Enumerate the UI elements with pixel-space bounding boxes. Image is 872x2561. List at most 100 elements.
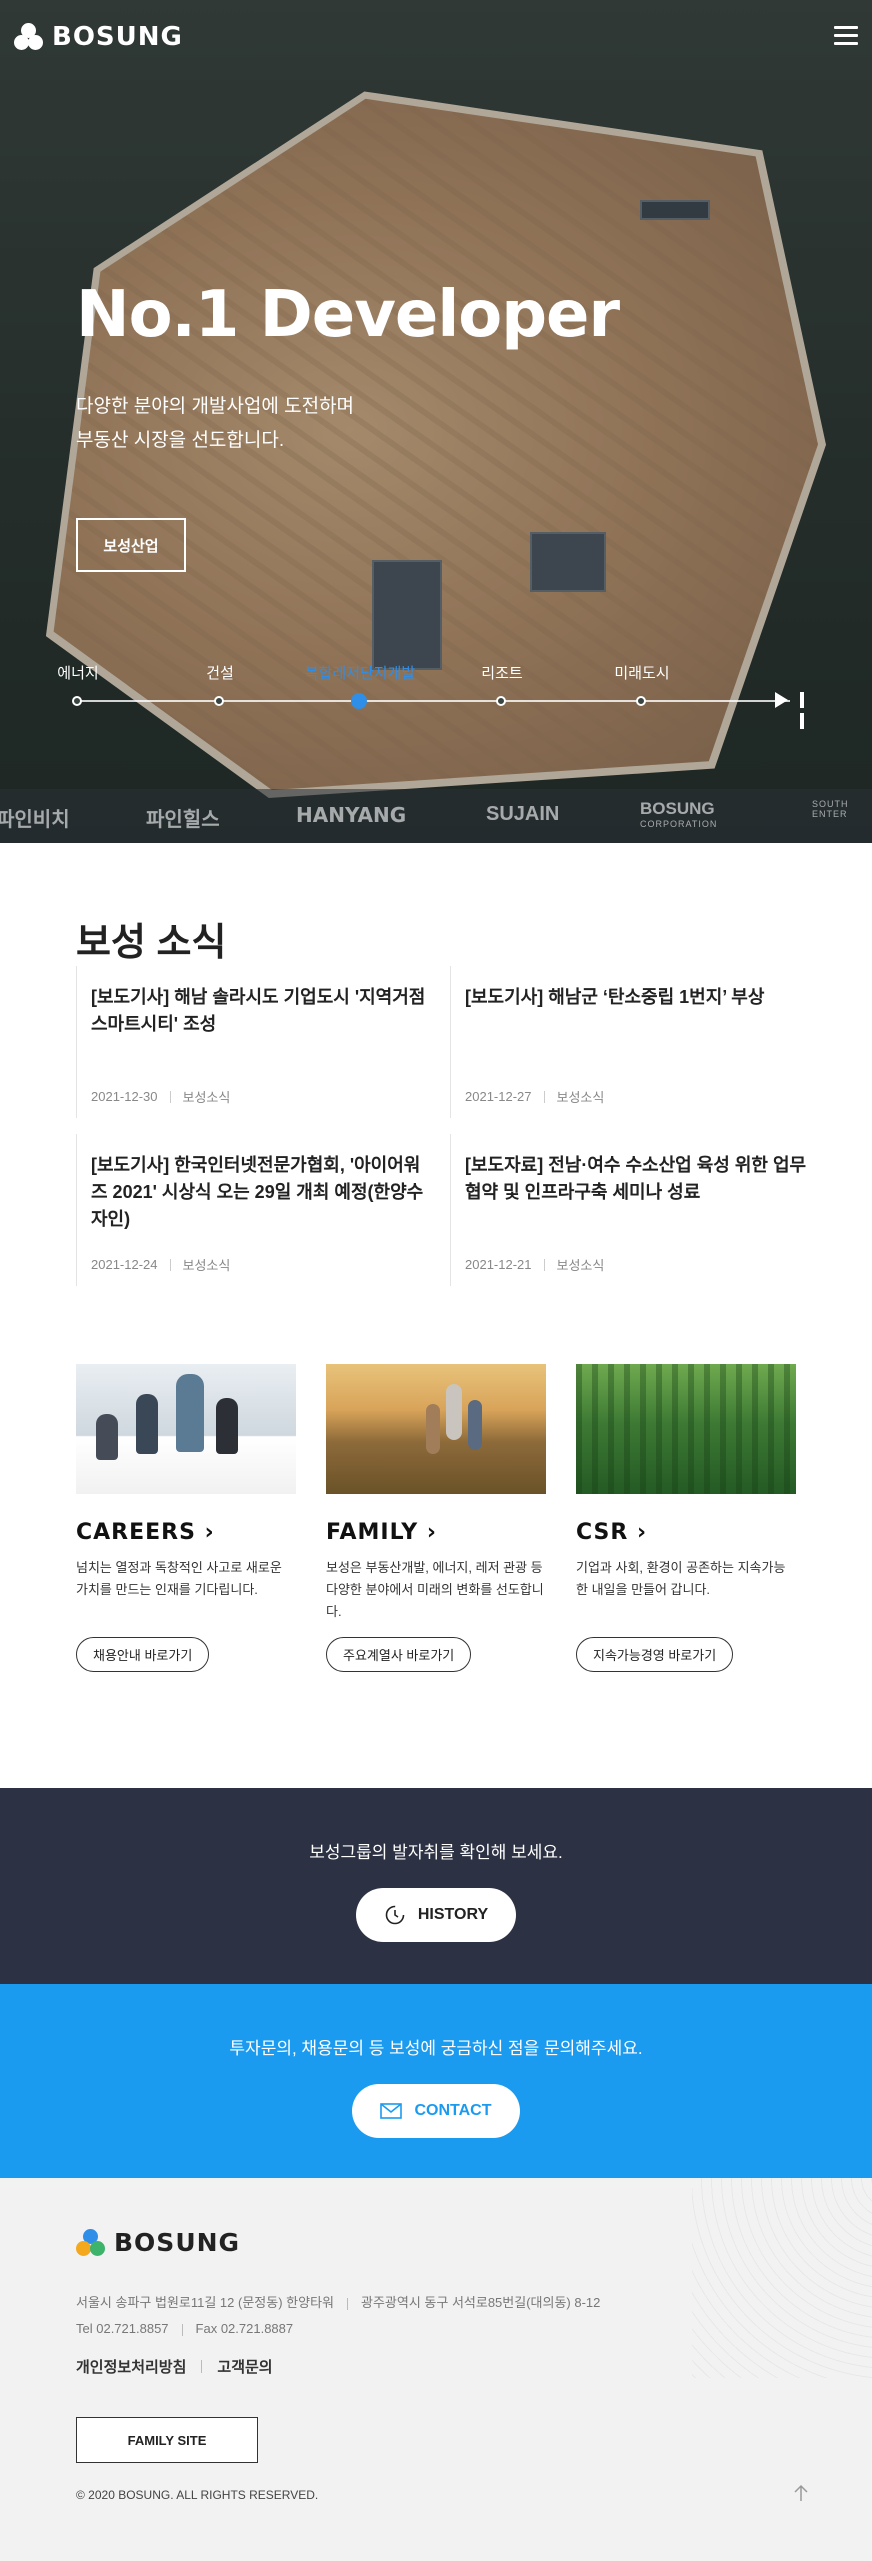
timeline-label: 미래도시 bbox=[614, 665, 670, 682]
hero-desc-line: 다양한 분야의 개발사업에 도전하며 bbox=[76, 396, 355, 417]
timeline-label: 건설 bbox=[206, 665, 234, 682]
news-date: 2021-12-30 bbox=[91, 1089, 158, 1104]
news-category: 보성소식 bbox=[182, 1090, 231, 1105]
arrow-up-icon[interactable] bbox=[793, 2484, 809, 2502]
contact-button-label: CONTACT bbox=[414, 2102, 492, 2119]
hero-title: No.1 Developer bbox=[76, 278, 620, 352]
family-card: FAMILY › 보성은 부동산개발, 에너지, 레저 관광 등 다양한 분야에… bbox=[326, 1364, 546, 1672]
news-section-title: 보성 소식 bbox=[76, 922, 227, 964]
careers-button[interactable]: 채용안내 바로가기 bbox=[76, 1637, 210, 1672]
news-title: [보도기사] 해남 솔라시도 기업도시 '지역거점 스마트시티' 조성 bbox=[91, 987, 426, 1034]
news-category: 보성소식 bbox=[556, 1258, 605, 1273]
careers-link[interactable]: CAREERS › bbox=[76, 1520, 296, 1545]
chevron-right-icon: › bbox=[426, 1520, 437, 1545]
pause-icon[interactable] bbox=[800, 692, 814, 729]
news-meta: 2021-12-24 보성소식 bbox=[91, 1255, 230, 1274]
csr-image bbox=[576, 1364, 796, 1494]
brand-logo[interactable]: 파인비치 bbox=[0, 803, 70, 832]
news-card[interactable]: [보도기사] 해남군 ‘탄소중립 1번지’ 부상 2021-12-27 보성소식 bbox=[450, 966, 822, 1118]
hero-description: 다양한 분야의 개발사업에 도전하며 부동산 시장을 선도합니다. bbox=[76, 390, 354, 458]
timeline-item[interactable]: 미래도시 bbox=[572, 662, 712, 706]
address-seoul: 서울시 송파구 법원로11길 12 (문정동) 한양타워 bbox=[76, 2295, 334, 2310]
careers-description: 넘치는 열정과 독창적인 사고로 새로운 가치를 만드는 인재를 기다립니다. bbox=[76, 1560, 282, 1597]
brand-logo-sub: SOUTH bbox=[812, 799, 849, 809]
history-button-label: HISTORY bbox=[417, 1906, 489, 1923]
hero-timeline: 에너지 건설 복합레저단지개발 리조트 미래도시 bbox=[57, 662, 790, 709]
header-logo[interactable]: BOSUNG bbox=[14, 22, 183, 52]
news-meta: 2021-12-30 보성소식 bbox=[91, 1087, 230, 1106]
news-title: [보도기사] 한국인터넷전문가협회, '아이어워즈 2021' 시상식 오는 2… bbox=[91, 1155, 424, 1229]
bosung-logo-icon bbox=[14, 23, 44, 51]
news-title: [보도기사] 해남군 ‘탄소중립 1번지’ 부상 bbox=[465, 987, 765, 1007]
hero-section: BOSUNG No.1 Developer 다양한 분야의 개발사업에 도전하며… bbox=[0, 0, 872, 843]
news-title: [보도자료] 전남·여수 수소산업 육성 위한 업무협약 및 인프라구축 세미나… bbox=[465, 1155, 807, 1202]
timeline-dot bbox=[496, 696, 506, 706]
timeline-line bbox=[78, 700, 790, 702]
news-date: 2021-12-24 bbox=[91, 1257, 158, 1272]
news-meta: 2021-12-21 보성소식 bbox=[465, 1255, 604, 1274]
timeline-item[interactable]: 건설 bbox=[150, 662, 290, 706]
footer-pattern bbox=[692, 2178, 872, 2378]
privacy-policy-link[interactable]: 개인정보처리방침 bbox=[76, 2356, 186, 2377]
news-card[interactable]: [보도기사] 해남 솔라시도 기업도시 '지역거점 스마트시티' 조성 2021… bbox=[76, 966, 448, 1118]
csr-link[interactable]: CSR › bbox=[576, 1520, 796, 1545]
timeline-dot bbox=[636, 696, 646, 706]
news-meta: 2021-12-27 보성소식 bbox=[465, 1087, 604, 1106]
careers-image bbox=[76, 1364, 296, 1494]
news-date: 2021-12-21 bbox=[465, 1257, 532, 1272]
brand-logo-sub: ENTER bbox=[812, 809, 848, 819]
timeline-item[interactable]: 에너지 bbox=[8, 662, 148, 706]
footer-logo[interactable]: BOSUNG bbox=[76, 2228, 240, 2257]
brand-logo-sub: CORPORATION bbox=[640, 819, 718, 829]
news-card[interactable]: [보도자료] 전남·여수 수소산업 육성 위한 업무협약 및 인프라구축 세미나… bbox=[450, 1134, 822, 1286]
footer-address: 서울시 송파구 법원로11길 12 (문정동) 한양타워 광주광역시 동구 서석로… bbox=[76, 2290, 600, 2342]
timeline-item[interactable]: 리조트 bbox=[432, 662, 572, 706]
news-card[interactable]: [보도기사] 한국인터넷전문가협회, '아이어워즈 2021' 시상식 오는 2… bbox=[76, 1134, 448, 1286]
play-icon[interactable] bbox=[775, 692, 788, 708]
contact-button[interactable]: CONTACT bbox=[352, 2084, 520, 2138]
family-site-button[interactable]: FAMILY SITE bbox=[76, 2417, 258, 2463]
footer-logo-text: BOSUNG bbox=[114, 2228, 241, 2257]
timeline-dot bbox=[214, 696, 224, 706]
timeline-dot bbox=[351, 693, 367, 709]
brand-logo[interactable]: SOUTH ENTER bbox=[812, 799, 849, 819]
timeline-dot bbox=[72, 696, 82, 706]
timeline-label: 에너지 bbox=[57, 665, 99, 682]
chevron-right-icon: › bbox=[637, 1520, 648, 1545]
brand-logo-text: BOSUNG bbox=[640, 799, 715, 818]
csr-button[interactable]: 지속가능경영 바로가기 bbox=[576, 1637, 734, 1672]
footer-fax: Fax 02.721.8887 bbox=[195, 2321, 294, 2336]
careers-card: CAREERS › 넘치는 열정과 독창적인 사고로 새로운 가치를 만드는 인… bbox=[76, 1364, 296, 1672]
family-description: 보성은 부동산개발, 에너지, 레저 관광 등 다양한 분야에서 미래의 변화를… bbox=[326, 1560, 544, 1619]
family-button[interactable]: 주요계열사 바로가기 bbox=[326, 1637, 472, 1672]
family-heading: FAMILY bbox=[326, 1520, 419, 1545]
csr-heading: CSR bbox=[576, 1520, 629, 1545]
history-button[interactable]: HISTORY bbox=[356, 1888, 516, 1942]
news-category: 보성소식 bbox=[182, 1258, 231, 1273]
history-text: 보성그룹의 발자취를 확인해 보세요. bbox=[309, 1843, 563, 1862]
hero-cta-button[interactable]: 보성산업 bbox=[76, 518, 186, 572]
hamburger-menu-icon[interactable] bbox=[834, 26, 858, 46]
logo-text: BOSUNG bbox=[52, 22, 183, 52]
careers-heading: CAREERS bbox=[76, 1520, 196, 1545]
copyright: © 2020 BOSUNG. ALL RIGHTS RESERVED. bbox=[76, 2488, 319, 2502]
family-link[interactable]: FAMILY › bbox=[326, 1520, 546, 1545]
bosung-logo-icon bbox=[76, 2228, 106, 2257]
customer-inquiry-link[interactable]: 고객문의 bbox=[217, 2356, 272, 2377]
brand-strip: 파인비치 파인힐스 HANYANG SUJAIN BOSUNG CORPORATI… bbox=[0, 789, 872, 843]
timeline-label: 리조트 bbox=[481, 665, 523, 682]
timeline-label: 복합레저단지개발 bbox=[304, 665, 416, 682]
timeline-item-active[interactable]: 복합레저단지개발 bbox=[290, 662, 430, 709]
footer: BOSUNG 서울시 송파구 법원로11길 12 (문정동) 한양타워 광주광역시… bbox=[0, 2178, 872, 2561]
family-image bbox=[326, 1364, 546, 1494]
brand-logo[interactable]: BOSUNG CORPORATION bbox=[640, 799, 717, 829]
brand-logo-text: HANYANG bbox=[296, 803, 407, 827]
history-band: 보성그룹의 발자취를 확인해 보세요. HISTORY bbox=[0, 1788, 872, 1984]
brand-logo[interactable]: SUJAIN bbox=[486, 803, 559, 826]
footer-links: 개인정보처리방침 고객문의 bbox=[76, 2356, 273, 2377]
contact-band: 투자문의, 채용문의 등 보성에 궁금하신 점을 문의해주세요. CONTACT bbox=[0, 1984, 872, 2178]
brand-logo[interactable]: HANYANG bbox=[296, 803, 406, 827]
mail-icon bbox=[380, 2103, 403, 2119]
news-date: 2021-12-27 bbox=[465, 1089, 532, 1104]
brand-logo[interactable]: 파인힐스 bbox=[146, 803, 220, 832]
